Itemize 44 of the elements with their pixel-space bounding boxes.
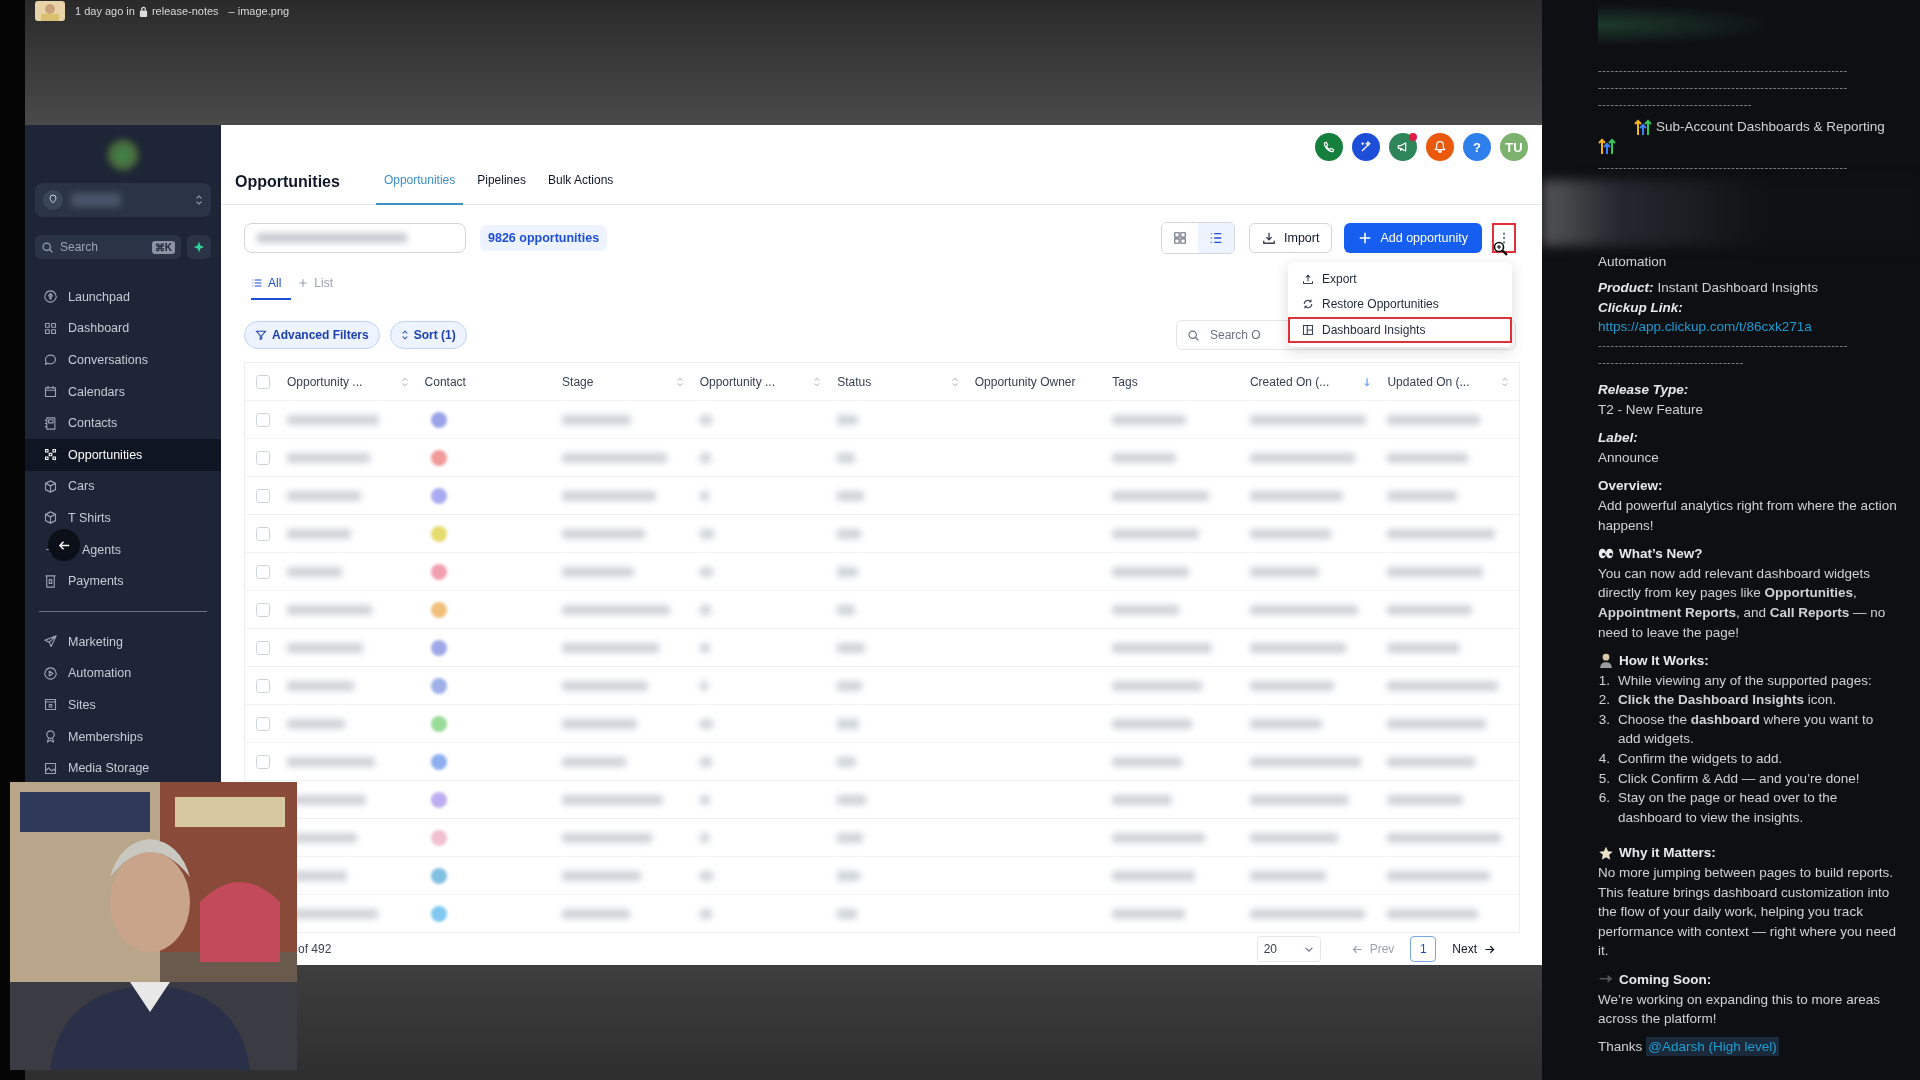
divider-text: ------------------------------------------------------------ <box>1598 337 1849 353</box>
step-number: 1. <box>1598 671 1610 690</box>
field-value: Instant Dashboard Insights <box>1657 280 1819 296</box>
file-name: – image.png <box>228 5 290 17</box>
field-label: Clickup Link: <box>1598 299 1683 315</box>
section-title: Coming Soon: <box>1619 971 1712 989</box>
field-value: T2 - New Feature <box>1598 401 1704 417</box>
paragraph: You can now add relevant dashboard widgets directly from key pages like Opportunities, Appointment Reports, and Call Reports — no need to leave the page! <box>1598 564 1887 642</box>
step-text: Stay on the page or head over to the dashboard to view the insights. <box>1618 789 1839 827</box>
thanks-text: Thanks <box>1598 1037 1643 1056</box>
opportunity-count: 9826 opportunities <box>480 225 608 251</box>
divider-text: ------------------------------------------------------------ <box>1598 159 1849 175</box>
page-title: Opportunities <box>235 173 340 191</box>
step-number: 5. <box>1598 769 1610 788</box>
step-text: Confirm the widgets to add. <box>1618 750 1783 769</box>
step-text: Choose the dashboard where you want to add widgets. <box>1618 710 1875 749</box>
step-number: 2. <box>1598 691 1610 710</box>
message-meta: 1 day ago in <box>75 5 135 17</box>
field-value: Announce <box>1598 449 1659 465</box>
paragraph: No more jumping between pages to build reports. This feature brings dashboard customization into the flow of your daily work, helping you track performance with context — right where you need it. <box>1598 864 1897 961</box>
section-title: Overview: <box>1598 478 1663 494</box>
divider-text: ------------------------------------------------------------ <box>1598 80 1849 95</box>
divider-text: ----------------------------------- <box>1598 354 1745 370</box>
record-range: of 492 <box>298 942 332 956</box>
paragraph: Add powerful analytics right from where the action happens! <box>1598 496 1898 535</box>
category-text: Automation <box>1598 252 1668 271</box>
section-title: What’s New? <box>1619 545 1703 564</box>
step-number: 3. <box>1598 710 1610 729</box>
step-number: 4. <box>1598 750 1610 769</box>
step-text: While viewing any of the supported pages: <box>1618 671 1872 690</box>
field-label: Release Type: <box>1598 381 1689 397</box>
step-text: Click the Dashboard Insights icon. <box>1618 691 1837 710</box>
divider-text: ------------------------------------- <box>1598 97 1754 112</box>
announcement-title: Sub-Account Dashboards & Reporting <box>1656 118 1885 136</box>
divider-text: ------------------------------------------------------------ <box>1598 63 1849 78</box>
step-number: 6. <box>1598 789 1610 808</box>
section-title: Why it Matters: <box>1619 844 1716 863</box>
shortcut-key: ⌘K <box>151 240 175 254</box>
section-title: How It Works: <box>1619 652 1709 671</box>
field-label: Label: <box>1598 430 1638 446</box>
field-label: Product: <box>1598 280 1654 296</box>
step-text: Click Confirm & Add — and you’re done! <box>1618 769 1860 788</box>
page-size-value: 20 <box>1263 942 1277 956</box>
paragraph: We’re working on expanding this to more areas across the platform! <box>1598 990 1881 1029</box>
